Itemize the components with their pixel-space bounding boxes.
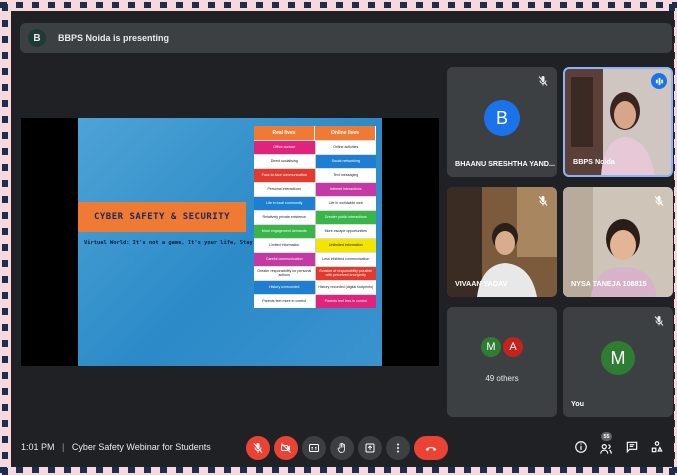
people-icon — [600, 444, 612, 454]
table-cell-online: More escape opportunities — [315, 225, 376, 238]
table-cell-online: Text messaging — [315, 169, 376, 182]
meeting-info: 1:01 PM | Cyber Safety Webinar for Stude… — [21, 442, 211, 452]
table-row: Personal interactions Internet interactio… — [254, 182, 376, 196]
others-tile[interactable]: M A 49 others — [447, 307, 557, 417]
table-row: More engagement demands More escape oppor… — [254, 224, 376, 238]
people-button[interactable]: 55 — [596, 432, 616, 461]
avatar: M — [601, 341, 635, 375]
table-cell-online: Life in worldwide web — [315, 197, 376, 210]
table-cell-online: Internet interactions — [315, 183, 376, 196]
table-cell-real: Limited information — [254, 239, 316, 252]
participant-name: NYSA TANEJA 108815 — [571, 279, 647, 288]
self-tile[interactable]: M You — [563, 307, 673, 417]
meet-window: B BBPS Noida is presenting CYBER SAFETY … — [11, 11, 674, 467]
present-screen-icon — [365, 443, 375, 453]
table-row: Relatively private existence Greater publ… — [254, 210, 376, 224]
participant-name: VIVAAN YADAV — [455, 279, 508, 288]
mic-off-icon — [538, 76, 548, 86]
avatar: M — [481, 337, 501, 357]
avatar: B — [484, 100, 520, 136]
mic-off-icon — [538, 196, 548, 206]
slide: CYBER SAFETY & SECURITY Virtual World: I… — [78, 118, 382, 366]
presenting-banner: B BBPS Noida is presenting — [20, 23, 672, 53]
table-cell-real: Personal interactions — [254, 183, 316, 196]
hand-icon — [337, 442, 345, 453]
participant-name: BHAANU SRESHTHA YAND... — [455, 159, 555, 168]
comparison-table: Real lives Online lives Office contact On… — [254, 126, 376, 308]
presenter-avatar: B — [28, 29, 46, 47]
table-cell-online: Online activities — [315, 141, 376, 154]
table-row: Office contact Online activities — [254, 140, 376, 154]
table-cell-online: Evasion of responsibility possible with … — [315, 267, 376, 280]
presentation-view[interactable]: CYBER SAFETY & SECURITY Virtual World: I… — [21, 118, 439, 366]
hang-up-icon — [425, 446, 437, 451]
captions-button[interactable] — [302, 436, 326, 460]
table-cell-online: History recorded (digital footprints) — [315, 281, 376, 294]
table-cell-real: Face-to-face communication — [254, 169, 316, 182]
speaking-indicator-icon — [651, 73, 667, 89]
slide-subtitle: Virtual World: It's not a game, It's you… — [84, 240, 276, 246]
captions-icon — [309, 444, 319, 452]
others-count: 49 others — [485, 374, 519, 383]
table-header: Real lives — [254, 126, 315, 140]
table-row: Limited information Unlimited information — [254, 238, 376, 252]
camera-off-icon — [281, 443, 291, 453]
table-row: Careful communication Less inhibited comm… — [254, 252, 376, 266]
more-vert-icon — [397, 443, 399, 453]
bottom-toolbar: 1:01 PM | Cyber Safety Webinar for Stude… — [11, 427, 674, 467]
mic-off-icon — [253, 443, 263, 453]
mic-off-icon — [654, 316, 664, 326]
table-row: History unrecorded History recorded (digi… — [254, 280, 376, 294]
table-cell-real: History unrecorded — [254, 281, 316, 294]
table-row: Parents feel more in control Parents feel… — [254, 294, 376, 308]
mic-off-icon — [654, 196, 664, 206]
clock: 1:01 PM — [21, 442, 55, 452]
table-row: Direct socialising Social networking — [254, 154, 376, 168]
participant-name: You — [571, 399, 585, 408]
people-count-badge: 55 — [601, 432, 612, 441]
present-button[interactable] — [358, 436, 382, 460]
presenting-text: BBPS Noida is presenting — [58, 33, 170, 43]
activities-icon[interactable] — [650, 440, 664, 454]
avatar: A — [503, 337, 523, 357]
table-cell-real: Parents feel more in control — [254, 295, 316, 308]
table-cell-real: Office contact — [254, 141, 316, 154]
participant-tile-nysa[interactable]: NYSA TANEJA 108815 — [563, 187, 673, 297]
participant-tile-bhaanu[interactable]: B BHAANU SRESHTHA YAND... — [447, 67, 557, 177]
table-row: Face-to-face communication Text messaging — [254, 168, 376, 182]
leave-call-button[interactable] — [414, 436, 448, 460]
separator: | — [62, 442, 65, 452]
table-cell-real: More engagement demands — [254, 225, 316, 238]
table-cell-online: Parents feel less in control — [315, 295, 376, 308]
mic-toggle-button[interactable] — [246, 436, 270, 460]
table-cell-online: Greater public interactions — [315, 211, 376, 224]
participant-name: BBPS Noida — [573, 157, 615, 166]
table-cell-real: Greater responsibility for personal acti… — [254, 267, 316, 280]
table-cell-real: Careful communication — [254, 253, 316, 266]
raise-hand-button[interactable] — [330, 436, 354, 460]
info-icon[interactable] — [574, 440, 588, 454]
table-cell-real: Life in local community — [254, 197, 316, 210]
table-cell-real: Relatively private existence — [254, 211, 316, 224]
more-options-button[interactable] — [386, 436, 410, 460]
table-row: Greater responsibility for personal acti… — [254, 266, 376, 280]
participant-tile-bbps-noida[interactable]: BBPS Noida — [563, 67, 673, 177]
chat-icon[interactable] — [625, 440, 639, 454]
participant-tile-vivaan[interactable]: VIVAAN YADAV — [447, 187, 557, 297]
table-cell-online: Unlimited information — [315, 239, 376, 252]
table-cell-online: Less inhibited communication — [315, 253, 376, 266]
table-header: Online lives — [315, 126, 376, 140]
table-cell-online: Social networking — [315, 155, 376, 168]
table-cell-real: Direct socialising — [254, 155, 316, 168]
camera-toggle-button[interactable] — [274, 436, 298, 460]
table-row: Life in local community Life in worldwide… — [254, 196, 376, 210]
meeting-title: Cyber Safety Webinar for Students — [71, 442, 211, 452]
slide-title: CYBER SAFETY & SECURITY — [78, 202, 246, 232]
